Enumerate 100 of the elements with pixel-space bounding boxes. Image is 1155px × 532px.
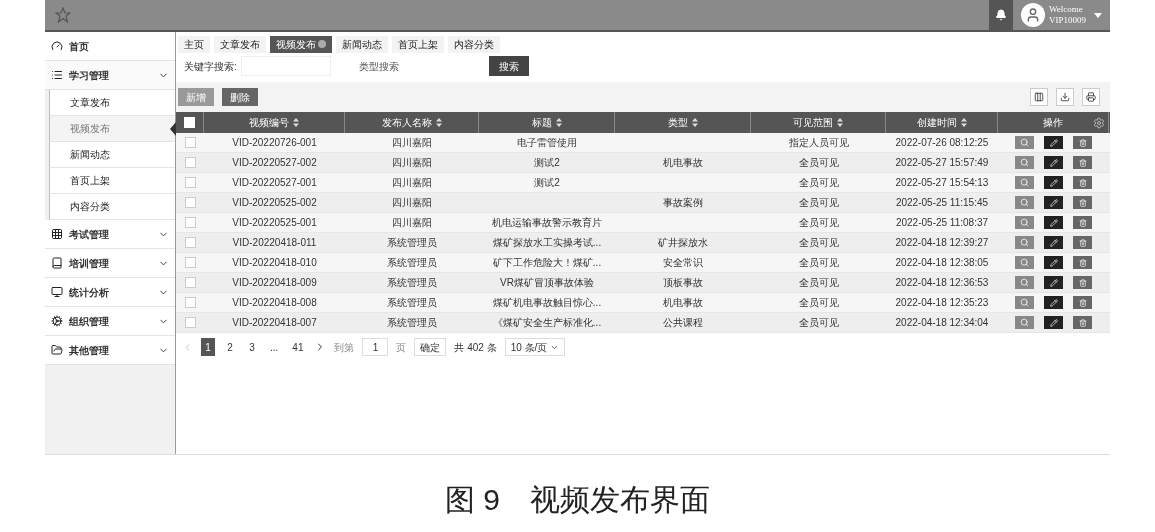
page-button[interactable]: 2: [223, 338, 237, 356]
table-cell-text: 煤矿机电事故触目惊心...: [492, 296, 602, 310]
select-all-checkbox[interactable]: [184, 117, 195, 128]
delete-row-button[interactable]: [1073, 256, 1092, 269]
edit-button[interactable]: [1044, 196, 1063, 209]
table-cell-text: 全员可见: [798, 156, 839, 170]
delete-row-button[interactable]: [1073, 296, 1092, 309]
page-button[interactable]: 1: [201, 338, 215, 356]
confirm-button[interactable]: 确定: [414, 338, 447, 356]
view-button[interactable]: [1015, 276, 1034, 289]
figure-caption: 图 9 视频发布界面: [445, 482, 710, 518]
table-cell-text: 顶板事故: [663, 276, 703, 290]
delete-row-button[interactable]: [1073, 196, 1092, 209]
user-name: VIP10009: [1049, 15, 1086, 26]
search-icon: [1020, 178, 1029, 187]
sidebar-item[interactable]: 首页: [45, 32, 175, 61]
edit-button[interactable]: [1044, 156, 1063, 169]
search-icon: [1020, 258, 1029, 267]
tab[interactable]: 内容分类: [448, 35, 500, 53]
caret-icon[interactable]: [1094, 12, 1102, 18]
edit-button[interactable]: [1044, 256, 1063, 269]
page-size-select[interactable]: 10 条/页: [504, 338, 566, 356]
edit-button[interactable]: [1044, 176, 1063, 189]
tab[interactable]: 主页: [178, 35, 210, 53]
delete-row-button[interactable]: [1073, 176, 1092, 189]
view-button[interactable]: [1015, 316, 1034, 329]
settings-icon[interactable]: [1093, 116, 1105, 129]
delete-row-button[interactable]: [1073, 316, 1092, 329]
view-button[interactable]: [1015, 296, 1034, 309]
delete-row-button[interactable]: [1073, 136, 1092, 149]
page-button[interactable]: 3: [245, 338, 259, 356]
columns-button[interactable]: [1030, 88, 1048, 106]
page-button[interactable]: 41: [289, 338, 307, 356]
table-cell-text: VID-20220418-011: [232, 236, 317, 250]
submenu-item[interactable]: 内容分类: [49, 194, 175, 220]
tab[interactable]: 新闻动态: [336, 35, 388, 53]
view-button[interactable]: [1015, 236, 1034, 249]
notification-button[interactable]: [989, 0, 1013, 30]
trash-icon: [1078, 158, 1087, 167]
row-checkbox[interactable]: [184, 197, 196, 208]
sort-icon: [837, 118, 843, 127]
row-checkbox[interactable]: [184, 217, 196, 228]
star-logo-icon: [55, 7, 71, 23]
pencil-icon: [1049, 178, 1058, 187]
tab[interactable]: 视频发布: [270, 35, 332, 53]
trash-icon: [1078, 198, 1087, 207]
search-icon: [1020, 158, 1029, 167]
export-button[interactable]: [1056, 88, 1074, 106]
tab[interactable]: 文章发布: [214, 35, 266, 53]
delete-row-button[interactable]: [1073, 276, 1092, 289]
sidebar-item[interactable]: 其他管理: [45, 336, 175, 365]
table-cell-text: 公共课程: [663, 316, 703, 330]
table-cell-text: 系统管理员: [387, 256, 437, 270]
row-checkbox[interactable]: [184, 257, 196, 268]
edit-button[interactable]: [1044, 276, 1063, 289]
submenu-item[interactable]: 新闻动态: [49, 142, 175, 168]
print-button[interactable]: [1082, 88, 1100, 106]
row-checkbox[interactable]: [184, 277, 196, 288]
submenu-item[interactable]: 文章发布: [49, 90, 175, 116]
sidebar-item[interactable]: 考试管理: [45, 220, 175, 249]
table-cell-text: 全员可见: [798, 216, 839, 230]
tab[interactable]: 首页上架: [392, 35, 444, 53]
search-button[interactable]: 搜索: [488, 56, 529, 76]
view-button[interactable]: [1015, 196, 1034, 209]
view-button[interactable]: [1015, 256, 1034, 269]
page-input[interactable]: 1: [362, 338, 389, 356]
sidebar-item[interactable]: 学习管理: [45, 61, 175, 90]
view-button[interactable]: [1015, 216, 1034, 229]
view-button[interactable]: [1015, 136, 1034, 149]
delete-row-button[interactable]: [1073, 236, 1092, 249]
table-cell-text: 全员可见: [798, 176, 839, 190]
sidebar-item[interactable]: 组织管理: [45, 307, 175, 336]
close-icon[interactable]: [318, 40, 326, 48]
row-checkbox[interactable]: [184, 157, 196, 168]
pencil-icon: [1049, 278, 1058, 287]
delete-button[interactable]: 删除: [222, 88, 258, 106]
edit-button[interactable]: [1044, 236, 1063, 249]
delete-row-button[interactable]: [1073, 216, 1092, 229]
sidebar-item[interactable]: 统计分析: [45, 278, 175, 307]
row-checkbox[interactable]: [184, 297, 196, 308]
row-checkbox[interactable]: [184, 137, 196, 148]
row-checkbox[interactable]: [184, 317, 196, 328]
row-checkbox[interactable]: [184, 237, 196, 248]
view-button[interactable]: [1015, 176, 1034, 189]
edit-button[interactable]: [1044, 296, 1063, 309]
submenu-item[interactable]: 首页上架: [49, 168, 175, 194]
sort-icon: [691, 118, 698, 127]
edit-button[interactable]: [1044, 316, 1063, 329]
table-cell-text: VID-20220418-009: [232, 276, 317, 290]
edit-button[interactable]: [1044, 216, 1063, 229]
page-button[interactable]: ...: [267, 338, 282, 356]
sidebar-item[interactable]: 培训管理: [45, 249, 175, 278]
table-cell-text: 四川嘉阳: [392, 176, 432, 190]
table-cell-text: 系统管理员: [387, 276, 437, 290]
pencil-icon: [1049, 198, 1058, 207]
row-checkbox[interactable]: [184, 177, 196, 188]
delete-row-button[interactable]: [1073, 156, 1092, 169]
submenu-item[interactable]: 视频发布: [49, 116, 175, 142]
view-button[interactable]: [1015, 156, 1034, 169]
edit-button[interactable]: [1044, 136, 1063, 149]
